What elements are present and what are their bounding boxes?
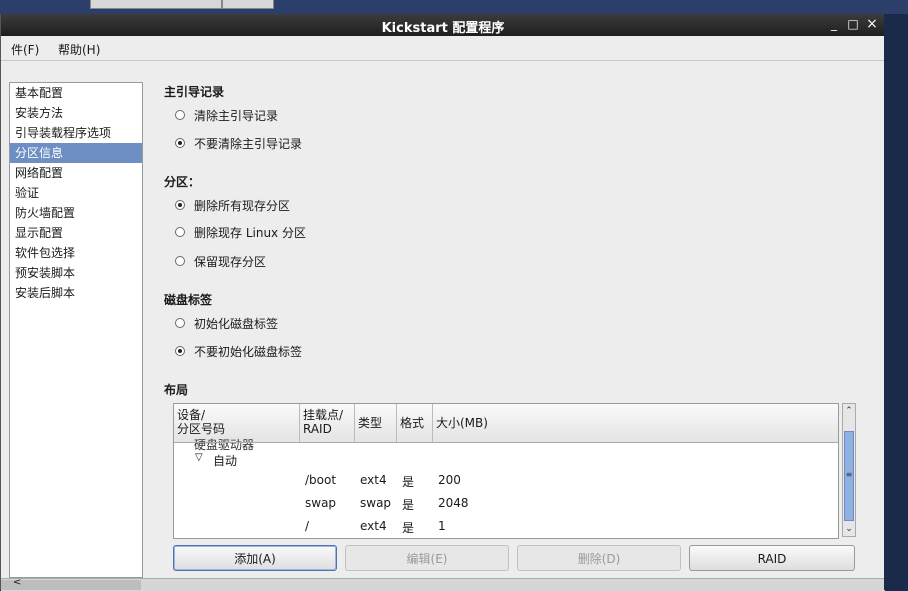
sidebar-item-install-method[interactable]: 安装方法 xyxy=(10,103,142,123)
horizontal-scrollbar[interactable]: < xyxy=(1,577,885,591)
cell-type: ext4 xyxy=(360,473,387,487)
radio-indicator[interactable] xyxy=(175,200,185,210)
sidebar-item-basic[interactable]: 基本配置 xyxy=(10,83,142,103)
menu-file[interactable]: 件(F) xyxy=(11,41,39,58)
radio-label: 删除现存 Linux 分区 xyxy=(194,225,306,240)
menu-bar: 件(F) 帮助(H) xyxy=(1,36,885,61)
sidebar-item-auth[interactable]: 验证 xyxy=(10,183,142,203)
kickstart-window: Kickstart 配置程序 _ □ × 件(F) 帮助(H) 基本配置 安装方… xyxy=(0,14,885,591)
scroll-left-icon[interactable]: < xyxy=(13,577,21,588)
mbr-heading: 主引导记录 xyxy=(164,85,225,99)
disklabel-heading: 磁盘标签 xyxy=(164,293,213,307)
cell-type: ext4 xyxy=(360,519,387,533)
cell-size: 200 xyxy=(438,473,461,487)
radio-keep-mbr[interactable]: 不要清除主引导记录 xyxy=(175,135,302,151)
desktop-background xyxy=(884,14,908,590)
table-vertical-scrollbar[interactable]: ⌃ ≡ ⌄ xyxy=(842,403,856,537)
radio-label: 保留现存分区 xyxy=(194,254,267,269)
radio-label: 不要初始化磁盘标签 xyxy=(194,344,303,359)
grip-icon: ≡ xyxy=(845,470,853,479)
scroll-thumb[interactable]: ≡ xyxy=(844,431,854,521)
cell-type: swap xyxy=(360,496,392,510)
edit-button[interactable]: 编辑(E) xyxy=(345,545,509,571)
menu-help[interactable]: 帮助(H) xyxy=(58,41,100,58)
close-button[interactable]: × xyxy=(865,17,879,32)
radio-indicator[interactable] xyxy=(175,346,185,356)
maximize-button[interactable]: □ xyxy=(846,17,860,32)
radio-no-init-label[interactable]: 不要初始化磁盘标签 xyxy=(175,343,302,359)
tree-row-auto[interactable]: 自动 xyxy=(213,452,237,469)
sidebar-item-partitions[interactable]: 分区信息 xyxy=(10,143,142,163)
cell-mount: / xyxy=(305,519,310,533)
radio-label: 不要清除主引导记录 xyxy=(194,136,303,151)
cell-format: 是 xyxy=(402,475,415,489)
delete-button[interactable]: 删除(D) xyxy=(517,545,681,571)
category-list: 基本配置 安装方法 引导装载程序选项 分区信息 网络配置 验证 防火墙配置 显示… xyxy=(9,82,143,578)
radio-remove-linux[interactable]: 删除现存 Linux 分区 xyxy=(175,224,306,240)
column-header-format[interactable]: 格式 xyxy=(397,404,433,442)
sidebar-item-display[interactable]: 显示配置 xyxy=(10,223,142,243)
partitions-heading: 分区： xyxy=(164,175,201,189)
radio-indicator[interactable] xyxy=(175,227,185,237)
table-header: 设备/ 分区号码 挂载点/ RAID 类型 格式 大小(MB) xyxy=(174,404,838,443)
cell-format: 是 xyxy=(402,498,415,512)
header-divider xyxy=(174,442,838,443)
tree-row-harddrives[interactable]: 硬盘驱动器 xyxy=(194,436,254,453)
sidebar-item-post-script[interactable]: 安装后脚本 xyxy=(10,283,142,303)
desktop-top-strip xyxy=(0,0,908,14)
radio-indicator[interactable] xyxy=(175,256,185,266)
sidebar-item-firewall[interactable]: 防火墙配置 xyxy=(10,203,142,223)
radio-clear-mbr[interactable]: 清除主引导记录 xyxy=(175,107,278,123)
sidebar-item-network[interactable]: 网络配置 xyxy=(10,163,142,183)
add-button[interactable]: 添加(A) xyxy=(173,545,337,571)
radio-init-label[interactable]: 初始化磁盘标签 xyxy=(175,315,278,331)
cell-size: 2048 xyxy=(438,496,469,510)
window-title: Kickstart 配置程序 xyxy=(381,21,505,36)
raid-button[interactable]: RAID xyxy=(689,545,855,571)
column-header-type[interactable]: 类型 xyxy=(355,404,397,442)
sidebar-item-bootloader[interactable]: 引导装载程序选项 xyxy=(10,123,142,143)
sidebar-item-packages[interactable]: 软件包选择 xyxy=(10,243,142,263)
radio-label: 清除主引导记录 xyxy=(194,108,279,123)
scroll-down-icon[interactable]: ⌄ xyxy=(843,522,855,536)
cell-format: 是 xyxy=(402,521,415,535)
radio-indicator[interactable] xyxy=(175,318,185,328)
background-tab[interactable] xyxy=(222,0,274,9)
scroll-up-icon[interactable]: ⌃ xyxy=(843,404,855,418)
cell-size: 1 xyxy=(438,519,446,533)
title-bar[interactable]: Kickstart 配置程序 _ □ × xyxy=(1,14,885,36)
cell-mount: /boot xyxy=(305,473,337,487)
sidebar-item-pre-script[interactable]: 预安装脚本 xyxy=(10,263,142,283)
horizontal-scroll-thumb[interactable] xyxy=(1,580,141,590)
expander-icon[interactable]: ▽ xyxy=(195,452,203,463)
column-header-mount[interactable]: 挂载点/ RAID xyxy=(300,404,355,442)
radio-label: 初始化磁盘标签 xyxy=(194,316,279,331)
minimize-button[interactable]: _ xyxy=(827,17,841,32)
radio-label: 删除所有现存分区 xyxy=(194,198,291,213)
layout-heading: 布局 xyxy=(164,383,189,397)
cell-mount: swap xyxy=(305,496,337,510)
partition-table[interactable]: 设备/ 分区号码 挂载点/ RAID 类型 格式 大小(MB) 硬盘驱动器 ▽ … xyxy=(173,403,839,539)
background-tab[interactable] xyxy=(90,0,222,9)
radio-remove-all[interactable]: 删除所有现存分区 xyxy=(175,197,290,213)
radio-indicator[interactable] xyxy=(175,138,185,148)
radio-preserve[interactable]: 保留现存分区 xyxy=(175,253,266,269)
radio-indicator[interactable] xyxy=(175,110,185,120)
column-header-size[interactable]: 大小(MB) xyxy=(433,404,838,442)
